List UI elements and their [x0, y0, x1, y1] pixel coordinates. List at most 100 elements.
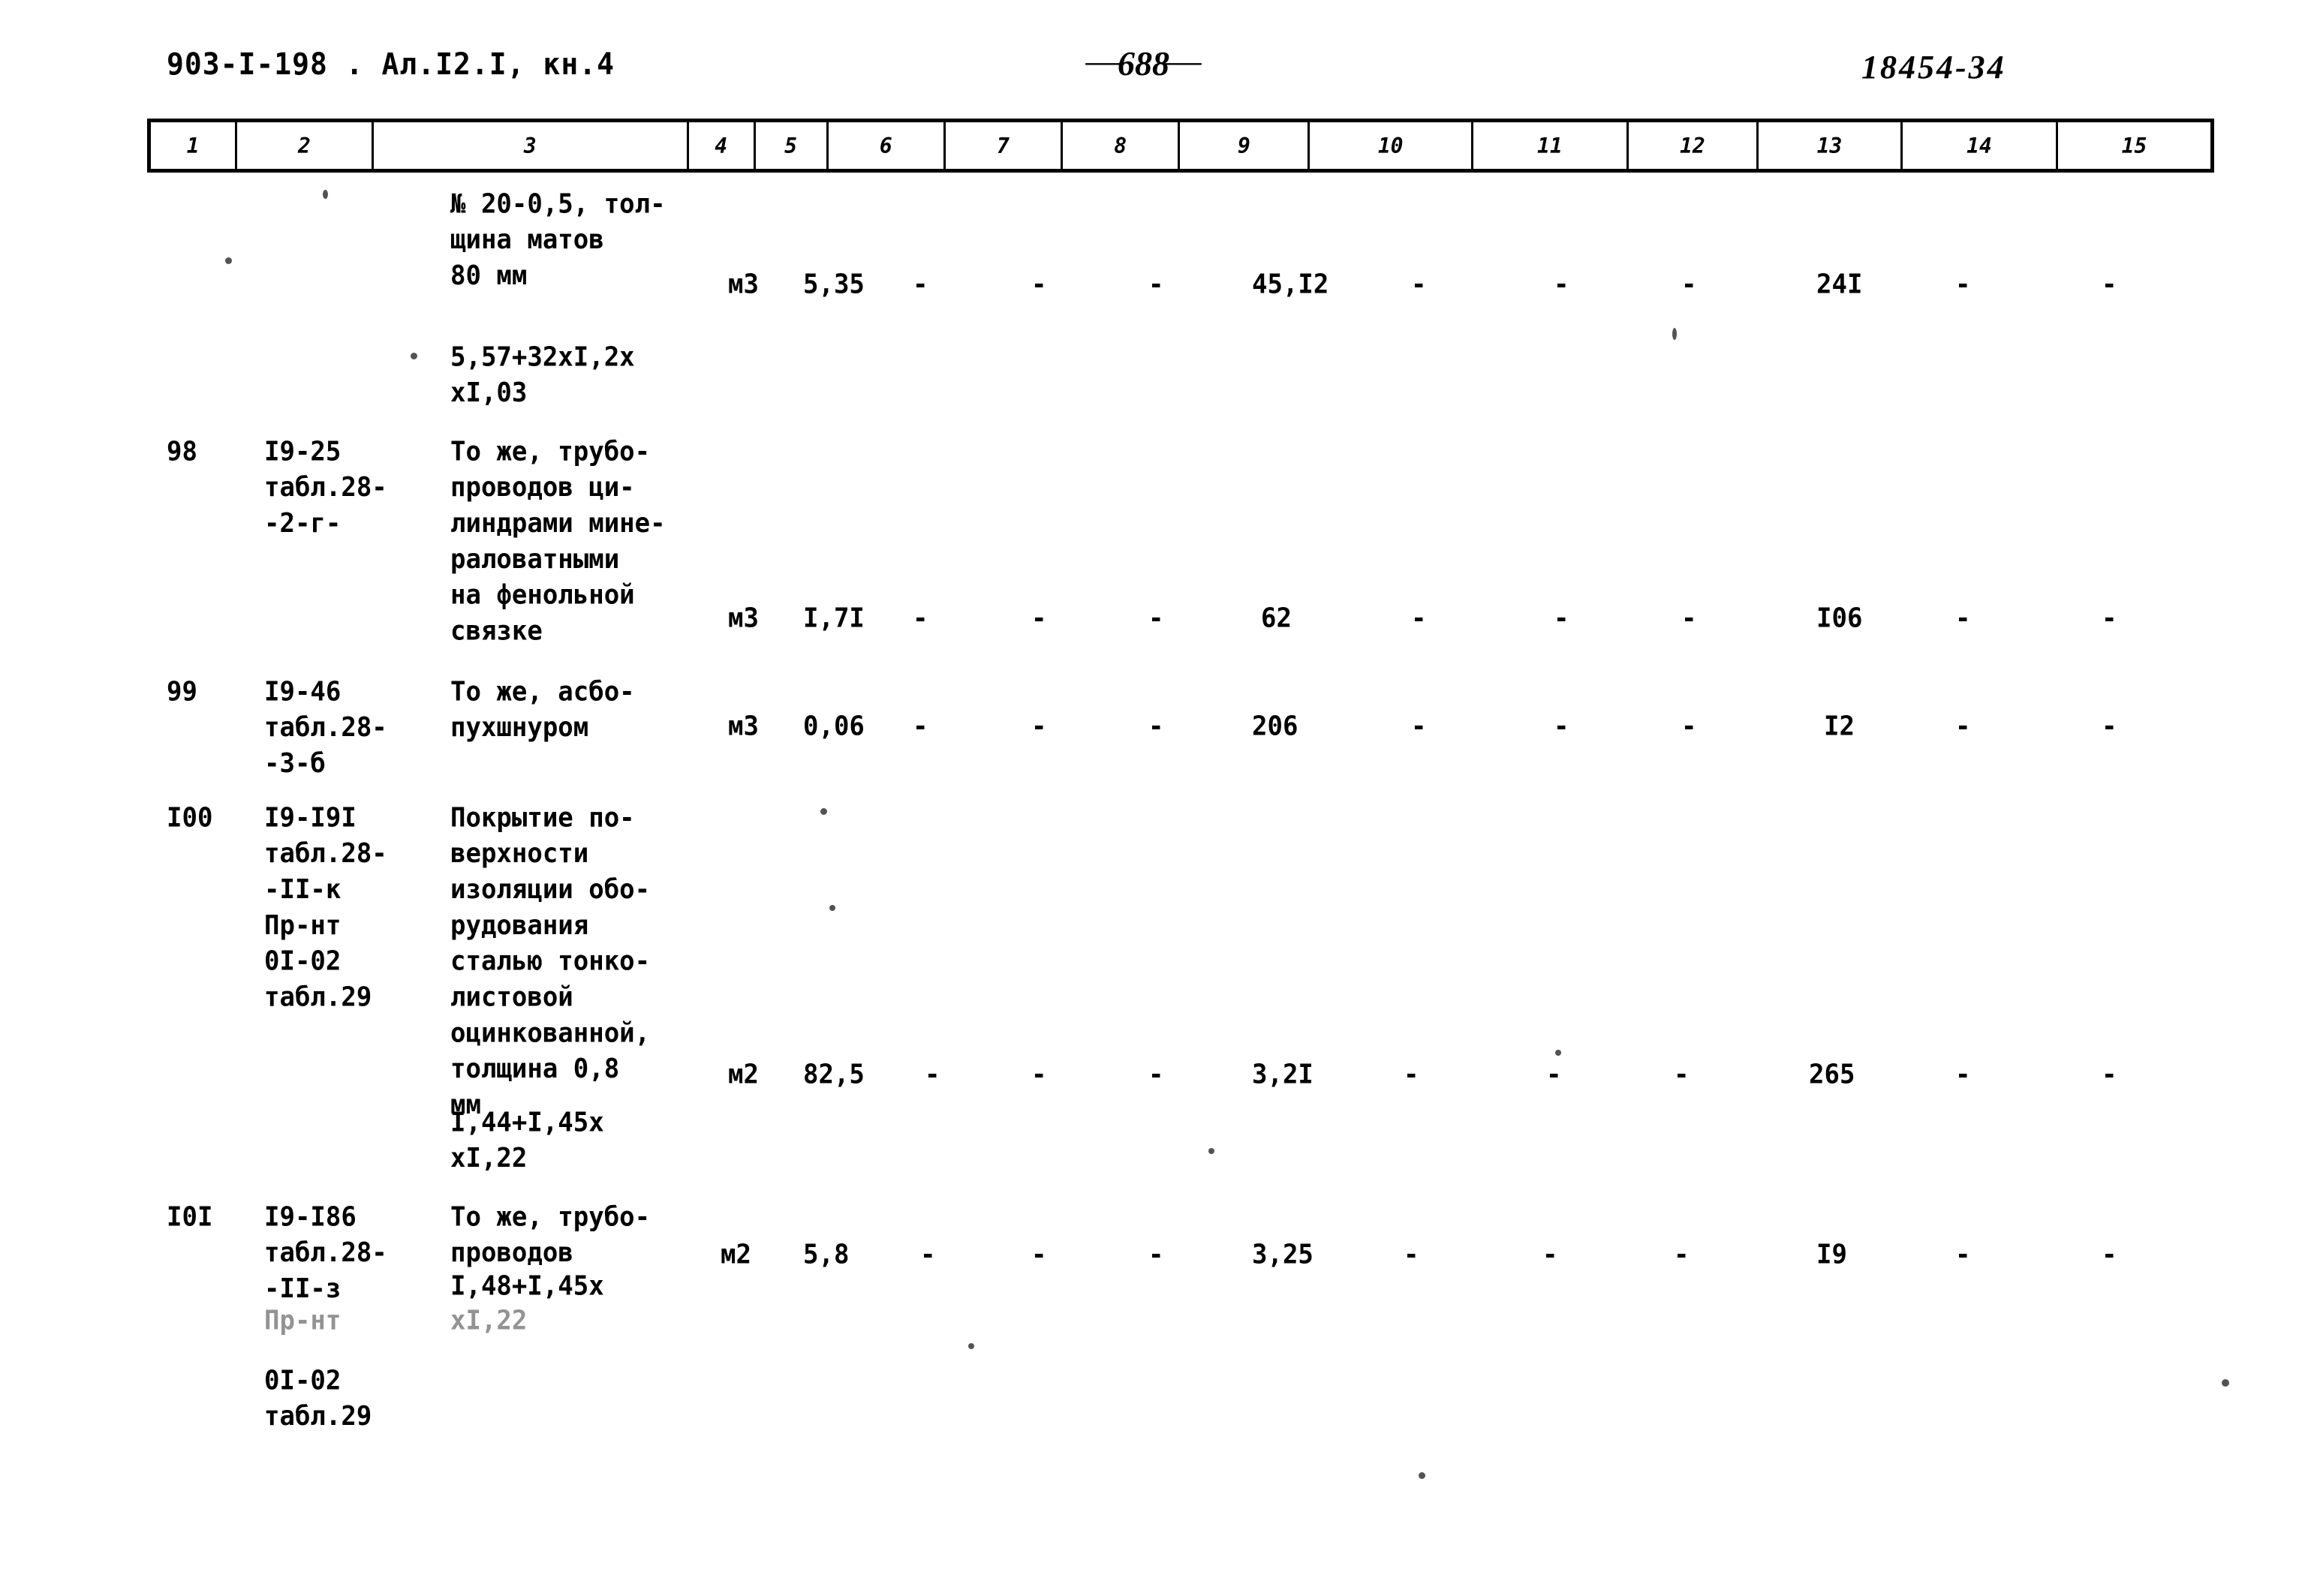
col-header-2: 2	[235, 119, 374, 173]
row-col10: -	[1404, 1239, 1419, 1270]
row-col8: -	[1148, 1239, 1164, 1270]
row-col12: -	[1681, 603, 1697, 634]
row-col10: -	[1404, 1059, 1419, 1090]
table-body: № 20-0,5, тол- щина матов 80 мм 5,57+32x…	[0, 0, 2305, 1596]
table-row: 1 2 3 4 5 6 7 8 9 10 11 12 13 14 15	[146, 119, 2215, 173]
row-col13: 265	[1809, 1059, 1855, 1090]
col-header-8: 8	[1061, 119, 1181, 173]
row-col7: -	[1031, 269, 1047, 300]
row-description: Покрытие по- верхности изоляции обо- руд…	[450, 802, 651, 1121]
row-col15: -	[2102, 1239, 2117, 1270]
page-number: —688—	[1086, 44, 1202, 83]
row-col7: -	[1031, 1239, 1047, 1270]
row-col5: 5,35	[803, 269, 865, 300]
row-code-faded: Пр-нт	[264, 1305, 342, 1336]
row-col13: I9	[1816, 1239, 1847, 1270]
row-formula: I,44+I,45x xI,22	[450, 1107, 604, 1174]
col-header-15: 15	[2055, 119, 2215, 173]
row-unit: м2	[721, 1239, 751, 1270]
row-col11: -	[1554, 711, 1569, 742]
col-header-11: 11	[1470, 119, 1629, 173]
archive-stamp: 18454-34	[1861, 49, 2006, 86]
row-col13: 24I	[1816, 269, 1863, 300]
row-description: То же, асбо- пухшнуром	[450, 676, 635, 744]
row-col9: 3,25	[1252, 1239, 1313, 1270]
row-col6: -	[920, 1239, 936, 1270]
row-col11: -	[1554, 603, 1569, 634]
row-col12: -	[1681, 269, 1697, 300]
row-col11: -	[1542, 1239, 1558, 1270]
page-header: 903-I-198 . Ал.I2.I, кн.4 —688— 18454-34	[0, 44, 2305, 92]
row-formula: I,48+I,45x	[450, 1270, 604, 1302]
row-code: I9-I86 табл.28- -II-з	[264, 1201, 387, 1305]
row-col10: -	[1411, 603, 1427, 634]
row-col8: -	[1148, 711, 1164, 742]
row-number: 98	[167, 436, 197, 467]
row-number: 99	[167, 676, 197, 708]
scan-speck	[1419, 1472, 1425, 1479]
row-col9: 62	[1261, 603, 1292, 634]
row-col7: -	[1031, 1059, 1047, 1090]
scan-speck	[2222, 1379, 2229, 1387]
scan-speck	[1555, 1050, 1561, 1056]
page-number-value: 688	[1118, 44, 1169, 83]
row-number: I0I	[167, 1201, 213, 1233]
table-column-header: 1 2 3 4 5 6 7 8 9 10 11 12 13 14 15	[146, 119, 2215, 173]
row-col15: -	[2102, 1059, 2117, 1090]
col-header-6: 6	[826, 119, 946, 173]
col-header-3: 3	[371, 119, 689, 173]
row-col14: -	[1955, 1239, 1971, 1270]
row-unit: м3	[728, 711, 759, 742]
row-description: № 20-0,5, тол- щина матов 80 мм	[450, 188, 666, 292]
row-col9: 206	[1252, 711, 1298, 742]
row-col5: 0,06	[803, 711, 865, 742]
row-code: I9-46 табл.28- -3-б	[264, 676, 387, 780]
scan-speck	[225, 257, 232, 264]
row-number: I00	[167, 802, 213, 834]
col-header-9: 9	[1178, 119, 1310, 173]
col-header-4: 4	[686, 119, 756, 173]
row-col6: -	[925, 1059, 940, 1090]
scan-speck	[323, 190, 328, 199]
row-col11: -	[1546, 1059, 1562, 1090]
scan-speck	[411, 353, 417, 359]
row-col5: 5,8	[803, 1239, 850, 1270]
row-col7: -	[1031, 711, 1047, 742]
row-col9: 3,2I	[1252, 1059, 1313, 1090]
scan-speck	[968, 1343, 974, 1349]
row-col8: -	[1148, 603, 1164, 634]
col-header-1: 1	[146, 119, 238, 173]
row-col6: -	[913, 711, 928, 742]
scan-speck	[1672, 328, 1677, 340]
row-col15: -	[2102, 603, 2117, 634]
row-col6: -	[913, 269, 928, 300]
row-col14: -	[1955, 711, 1971, 742]
row-description: То же, трубо- проводов	[450, 1201, 651, 1269]
row-formula: 5,57+32xI,2x xI,03	[450, 341, 635, 409]
scanned-page: 903-I-198 . Ал.I2.I, кн.4 —688— 18454-34…	[0, 0, 2305, 1596]
row-col5: 82,5	[803, 1059, 865, 1090]
row-code-tail: 0I-02 табл.29	[264, 1365, 372, 1432]
row-description: То же, трубо- проводов ци- линдрами мине…	[450, 436, 666, 647]
row-col12: -	[1674, 1239, 1690, 1270]
row-unit: м2	[728, 1059, 759, 1090]
row-unit: м3	[728, 603, 759, 634]
row-col10: -	[1411, 711, 1427, 742]
row-formula-faded: xI,22	[450, 1305, 528, 1336]
scan-speck	[829, 905, 835, 911]
row-col14: -	[1955, 269, 1971, 300]
row-col12: -	[1674, 1059, 1690, 1090]
row-unit: м3	[728, 269, 759, 300]
row-col15: -	[2102, 711, 2117, 742]
col-header-13: 13	[1756, 119, 1903, 173]
row-col12: -	[1681, 711, 1697, 742]
row-col8: -	[1148, 269, 1164, 300]
page-number-dash-left: —	[1085, 48, 1124, 76]
row-col13: I2	[1824, 711, 1855, 742]
row-col9: 45,I2	[1252, 269, 1329, 300]
col-header-12: 12	[1626, 119, 1759, 173]
scan-speck	[820, 808, 827, 815]
scan-speck	[1208, 1148, 1214, 1154]
col-header-10: 10	[1307, 119, 1473, 173]
row-code: I9-25 табл.28- -2-г-	[264, 436, 387, 540]
